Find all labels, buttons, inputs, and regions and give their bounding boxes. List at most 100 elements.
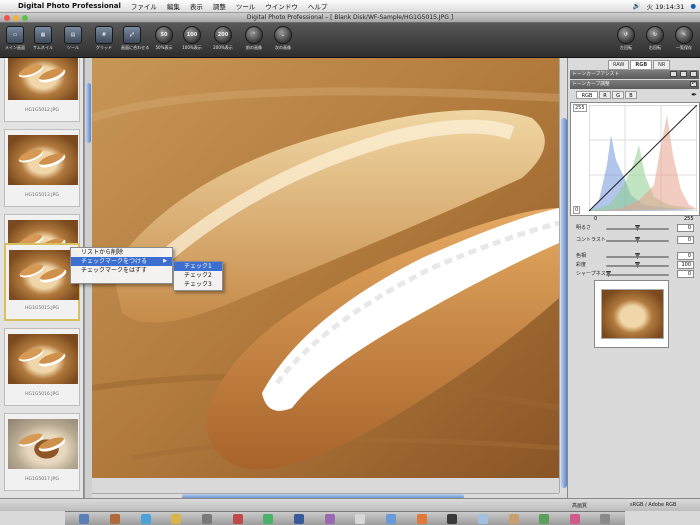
dock-app-icon[interactable] xyxy=(324,513,335,524)
dock-app-icon[interactable] xyxy=(569,513,580,524)
undo-icon[interactable]: ↶ xyxy=(690,81,697,87)
saturation-slider[interactable] xyxy=(606,262,669,268)
dock-app-icon[interactable] xyxy=(232,513,243,524)
brightness-input[interactable]: 0 xyxy=(677,224,694,232)
submenu-item-check-3[interactable]: チェック3 xyxy=(174,280,222,289)
contrast-slider[interactable] xyxy=(606,237,669,243)
thumbnail-item[interactable]: HG1G5016.JPG xyxy=(4,328,80,406)
menubar-clock[interactable]: 火 19:14:31 xyxy=(647,1,685,11)
dock-app-icon[interactable] xyxy=(140,513,151,524)
dock-app-icon[interactable] xyxy=(447,513,458,524)
zoom-50-button[interactable]: 50 50%表示 xyxy=(152,26,176,51)
trash-dock-icon[interactable] xyxy=(600,513,611,524)
menu-item-add-checkmark[interactable]: チェックマークをつける ▶ xyxy=(71,257,172,266)
hue-slider-knob[interactable] xyxy=(635,253,640,259)
thumbnail-item[interactable]: HG1G5013.JPG xyxy=(4,129,80,207)
brightness-slider-knob[interactable] xyxy=(635,225,640,231)
rotate-right-icon: ↻ xyxy=(646,26,664,44)
menu-edit[interactable]: 編集 xyxy=(167,1,180,11)
main-vertical-scrollbar[interactable] xyxy=(559,58,567,493)
thumbnail-item[interactable]: HG1G5012.JPG xyxy=(4,58,80,122)
prev-image-button[interactable]: ⌃ 前の画像 xyxy=(242,26,266,51)
dock-app-icon[interactable] xyxy=(508,513,519,524)
thumbnail-icon: ▦ xyxy=(34,26,52,44)
eyedropper-icon[interactable]: ✒ xyxy=(691,91,697,99)
auto-curve-icon[interactable] xyxy=(670,71,677,77)
menu-adjust[interactable]: 調整 xyxy=(213,1,226,11)
hue-slider[interactable] xyxy=(606,253,669,259)
sharpness-input[interactable]: 0 xyxy=(677,270,694,278)
quality-label: 高画質 xyxy=(572,503,588,509)
submenu-item-check-2[interactable]: チェック2 xyxy=(174,271,222,280)
saturation-label: 彩度 xyxy=(576,262,587,268)
curve-adjust-icon[interactable] xyxy=(680,71,687,77)
menu-tools[interactable]: ツール xyxy=(236,1,256,11)
menu-view[interactable]: 表示 xyxy=(190,1,203,11)
graph-min-input[interactable]: 0 xyxy=(573,206,581,214)
rotate-left-button[interactable]: ↺ 左回転 xyxy=(614,26,638,51)
contrast-slider-knob[interactable] xyxy=(635,237,640,243)
main-window-button[interactable]: ▭ メイン画面 xyxy=(3,26,27,51)
dock-app-icon[interactable] xyxy=(355,513,366,524)
dock-app-icon[interactable] xyxy=(385,513,396,524)
dock-app-icon[interactable] xyxy=(109,513,120,524)
save-list-icon: ✎ xyxy=(675,26,693,44)
menu-help[interactable]: ヘルプ xyxy=(308,1,328,11)
zoom-window-button[interactable] xyxy=(22,15,28,21)
submenu-item-check-1[interactable]: チェック1 xyxy=(174,262,222,271)
next-image-icon: ⌄ xyxy=(274,26,292,44)
saturation-input[interactable]: 100 xyxy=(677,261,694,269)
tab-nr[interactable]: NR xyxy=(653,60,671,70)
volume-icon[interactable]: 🔊 xyxy=(632,2,640,10)
spotlight-icon[interactable]: ● xyxy=(690,2,696,10)
grid-button[interactable]: # グリッド xyxy=(92,26,116,51)
thumbnail-item[interactable]: HG1G5017.JPG xyxy=(4,413,80,491)
dock-app-icon[interactable] xyxy=(171,513,182,524)
contrast-input[interactable]: 0 xyxy=(677,236,694,244)
channel-b[interactable]: B xyxy=(625,91,637,99)
sharpness-label: シャープネス xyxy=(576,271,606,277)
zoom-200-button[interactable]: 200 200%表示 xyxy=(211,26,235,51)
close-window-button[interactable] xyxy=(4,15,10,21)
dock-app-icon[interactable] xyxy=(477,513,488,524)
channel-r[interactable]: R xyxy=(599,91,611,99)
menu-item-remove-checkmark[interactable]: チェックマークをはずす xyxy=(71,266,172,275)
thumbnail-button[interactable]: ▦ サムネイル xyxy=(31,26,55,51)
sharpness-slider-knob[interactable] xyxy=(606,271,611,277)
dock-app-icon[interactable] xyxy=(293,513,304,524)
app-menu[interactable]: Digital Photo Professional xyxy=(18,2,121,10)
minimize-window-button[interactable] xyxy=(13,15,19,21)
zoom-100-button[interactable]: 100 100%表示 xyxy=(180,26,204,51)
channel-g[interactable]: G xyxy=(612,91,624,99)
tool-icon: ▤ xyxy=(64,26,82,44)
hue-input[interactable]: 0 xyxy=(677,252,694,260)
dock-app-icon[interactable] xyxy=(416,513,427,524)
brightness-slider[interactable] xyxy=(606,225,669,231)
graph-max-input[interactable]: 255 xyxy=(573,104,587,112)
saturation-slider-knob[interactable] xyxy=(635,262,640,268)
thumbnail-image xyxy=(8,334,78,384)
channel-rgb[interactable]: RGB xyxy=(576,91,598,99)
tool-button[interactable]: ▤ ツール xyxy=(61,26,85,51)
tab-raw[interactable]: RAW xyxy=(608,60,630,70)
save-list-button[interactable]: ✎ 一覧保存 xyxy=(672,26,696,51)
menu-window[interactable]: ウインドウ xyxy=(265,1,298,11)
next-image-button[interactable]: ⌄ 次の画像 xyxy=(271,26,295,51)
tone-curve-histogram[interactable]: 255 0 xyxy=(570,102,700,216)
menu-file[interactable]: ファイル xyxy=(131,1,157,11)
thumbnail-item-selected[interactable]: HG1G5015.JPG xyxy=(4,243,80,321)
dock-app-icon[interactable] xyxy=(539,513,550,524)
filmstrip-scroll-thumb[interactable] xyxy=(86,83,91,143)
finder-dock-icon[interactable] xyxy=(79,513,90,524)
dock-app-icon[interactable] xyxy=(201,513,212,524)
sharpness-slider[interactable] xyxy=(606,271,669,277)
rotate-right-button[interactable]: ↻ 右回転 xyxy=(643,26,667,51)
fit-screen-button[interactable]: ⤢ 画面に合わせる xyxy=(120,26,149,51)
zoom-100-icon: 100 xyxy=(183,26,201,44)
dock-app-icon[interactable] xyxy=(263,513,274,524)
contrast-label: コントラスト xyxy=(576,237,606,243)
tab-rgb[interactable]: RGB xyxy=(630,60,653,70)
menu-item-remove-from-list[interactable]: リストから削除 xyxy=(71,248,172,257)
curve-reset-icon[interactable] xyxy=(690,71,697,77)
navigator-preview[interactable] xyxy=(594,280,669,348)
